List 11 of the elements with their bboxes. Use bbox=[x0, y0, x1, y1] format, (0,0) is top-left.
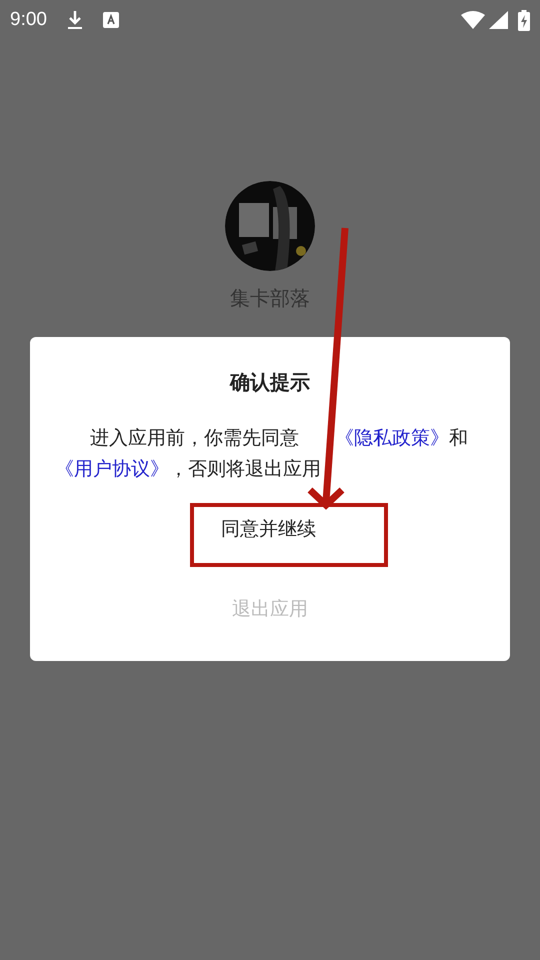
dialog-message: 进入应用前，你需先同意 《隐私政策》和 《用户协议》，否则将退出应用 bbox=[55, 426, 469, 482]
wifi-icon bbox=[461, 11, 485, 29]
dialog-title: 确认提示 bbox=[230, 369, 310, 396]
policy-link[interactable]: 《隐私政策》 bbox=[335, 427, 449, 449]
font-icon bbox=[102, 12, 119, 28]
signal-icon bbox=[489, 11, 508, 29]
download-icon bbox=[66, 10, 83, 30]
status-time: 9:00 bbox=[10, 8, 47, 32]
battery-icon bbox=[518, 10, 530, 30]
policy-link[interactable]: 《用户协议》 bbox=[55, 458, 169, 480]
agree-button[interactable]: 同意并继续 bbox=[190, 503, 388, 567]
